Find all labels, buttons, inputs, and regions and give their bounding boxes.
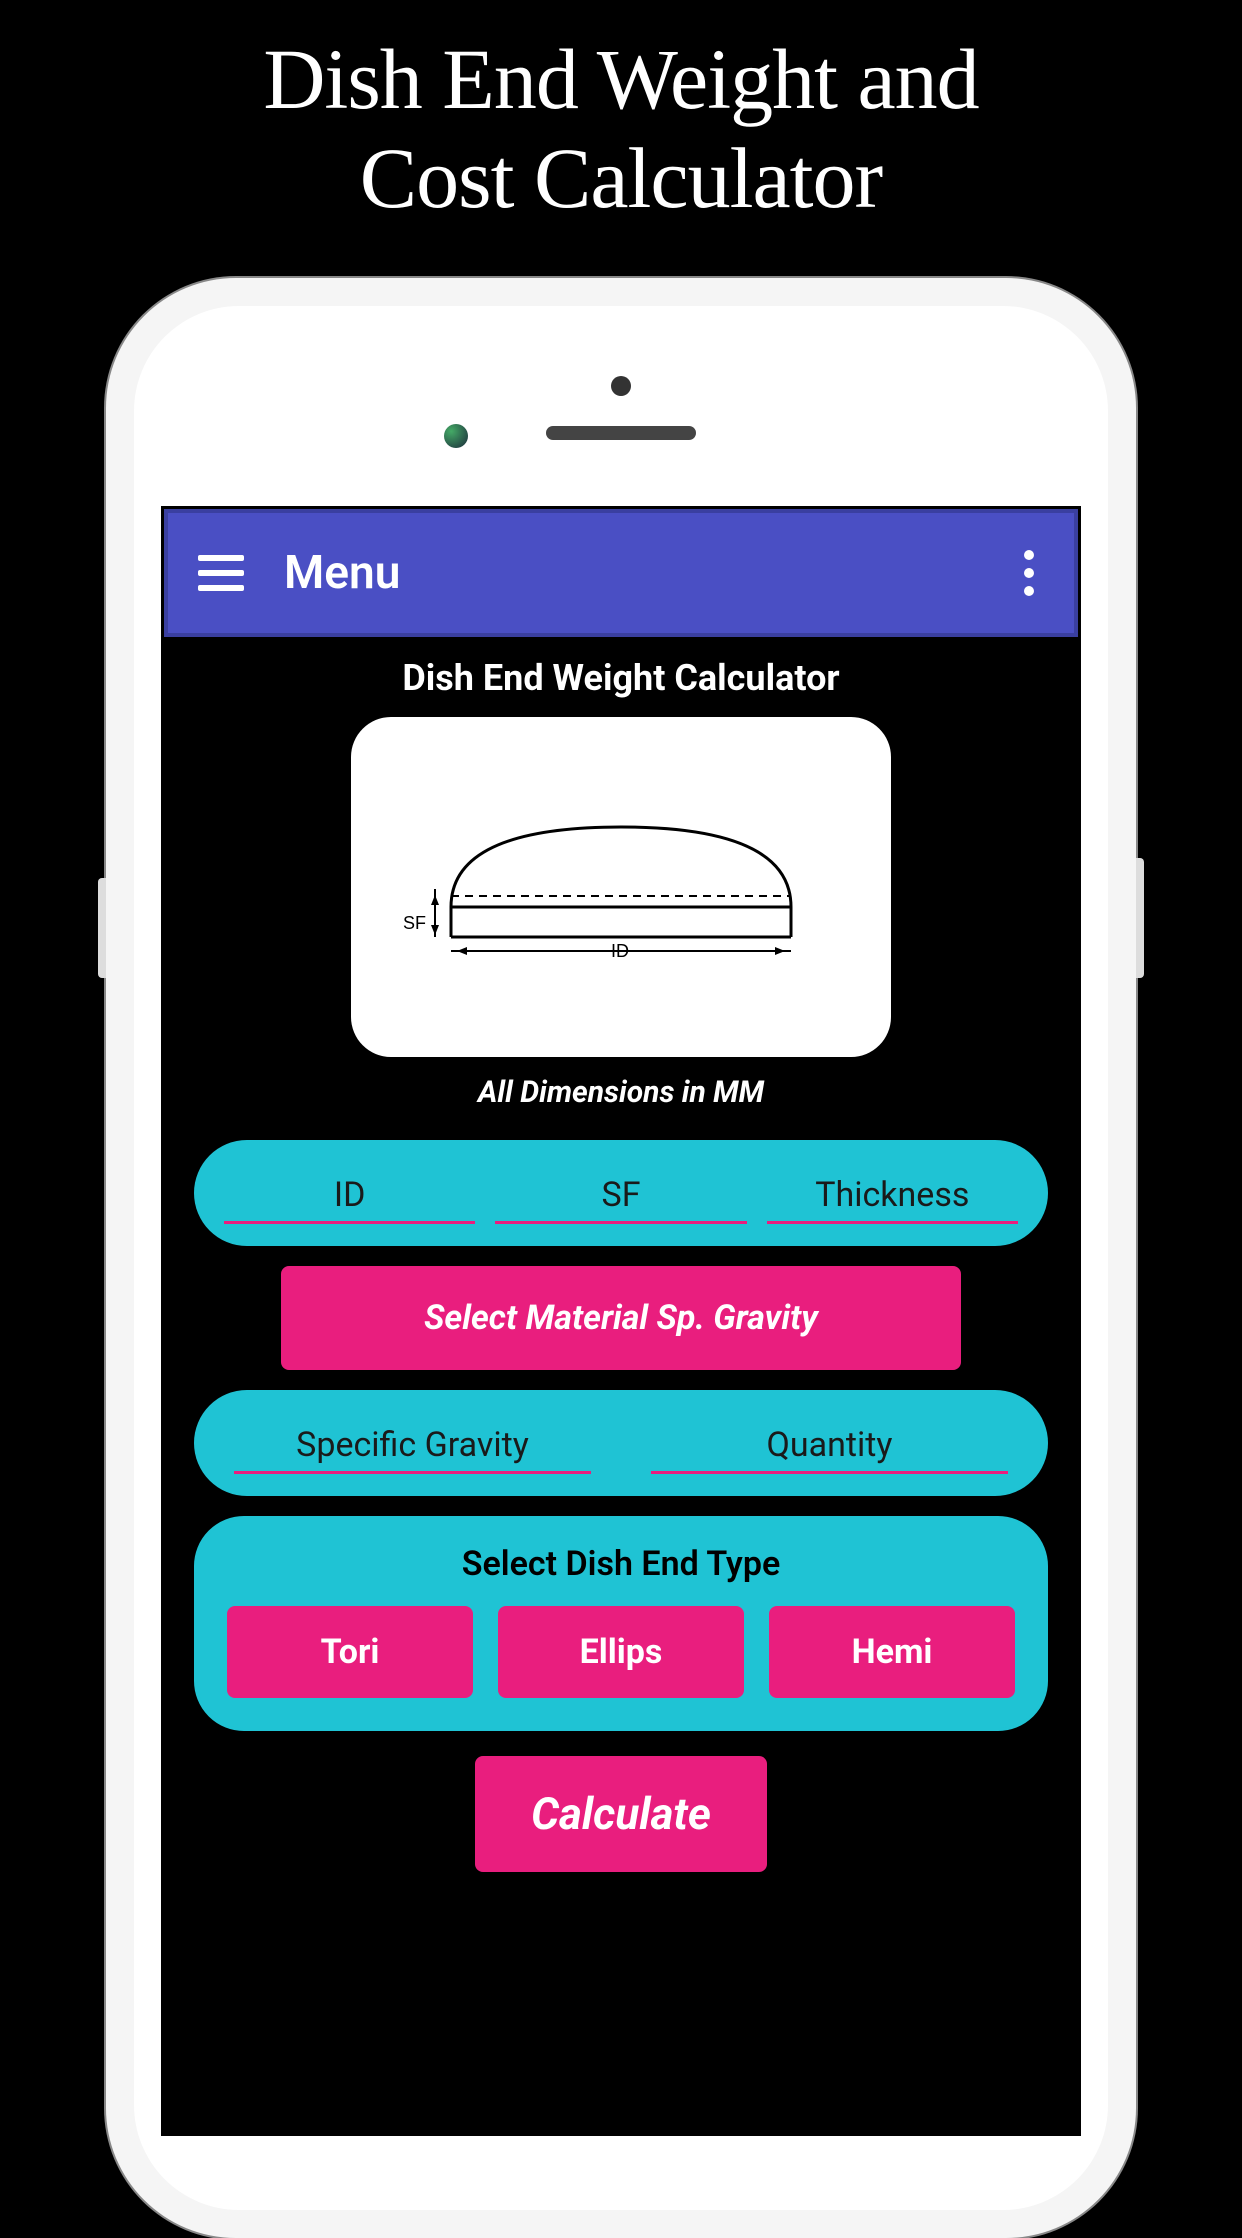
id-input[interactable]: ID bbox=[224, 1175, 475, 1224]
content-area: Dish End Weight Calculator SF bbox=[164, 637, 1078, 1872]
phone-side-button-left bbox=[98, 878, 106, 978]
page-title: Dish End Weight Calculator bbox=[194, 657, 1048, 699]
tori-button[interactable]: Tori bbox=[227, 1606, 473, 1698]
quantity-input[interactable]: Quantity bbox=[651, 1425, 1008, 1474]
specific-gravity-input[interactable]: Specific Gravity bbox=[234, 1425, 591, 1474]
phone-camera-dot bbox=[611, 376, 631, 396]
phone-front-camera bbox=[444, 424, 468, 448]
ellips-button[interactable]: Ellips bbox=[498, 1606, 744, 1698]
app-bar: Menu bbox=[164, 509, 1078, 637]
phone-inner: Menu Dish End Weight Calculator bbox=[134, 306, 1108, 2210]
select-material-button[interactable]: Select Material Sp. Gravity bbox=[281, 1266, 961, 1370]
hamburger-icon[interactable] bbox=[198, 555, 244, 591]
dish-type-buttons: Tori Ellips Hemi bbox=[227, 1606, 1015, 1698]
app-screen: Menu Dish End Weight Calculator bbox=[161, 506, 1081, 2136]
menu-label: Menu bbox=[284, 546, 400, 600]
sf-input[interactable]: SF bbox=[495, 1175, 746, 1224]
dish-diagram: SF ID bbox=[351, 717, 891, 1057]
promo-title-line1: Dish End Weight and bbox=[263, 31, 978, 127]
inputs-row-2: Specific Gravity Quantity bbox=[194, 1390, 1048, 1496]
promo-title-line2: Cost Calculator bbox=[360, 130, 882, 226]
inputs-row-1: ID SF Thickness bbox=[194, 1140, 1048, 1246]
phone-speaker bbox=[546, 426, 696, 440]
phone-side-button-right bbox=[1136, 858, 1144, 978]
calculate-button[interactable]: Calculate bbox=[475, 1756, 767, 1872]
promo-title: Dish End Weight and Cost Calculator bbox=[0, 0, 1242, 248]
phone-frame: Menu Dish End Weight Calculator bbox=[106, 278, 1136, 2238]
dish-type-title: Select Dish End Type bbox=[227, 1544, 1015, 1584]
thickness-input[interactable]: Thickness bbox=[767, 1175, 1018, 1224]
hemi-button[interactable]: Hemi bbox=[769, 1606, 1015, 1698]
dish-type-panel: Select Dish End Type Tori Ellips Hemi bbox=[194, 1516, 1048, 1731]
overflow-menu-icon[interactable] bbox=[1014, 540, 1044, 606]
dimensions-note: All Dimensions in MM bbox=[194, 1075, 1048, 1110]
diagram-id-label: ID bbox=[611, 941, 629, 961]
dish-diagram-svg: SF ID bbox=[391, 787, 851, 987]
diagram-sf-label: SF bbox=[403, 913, 426, 933]
